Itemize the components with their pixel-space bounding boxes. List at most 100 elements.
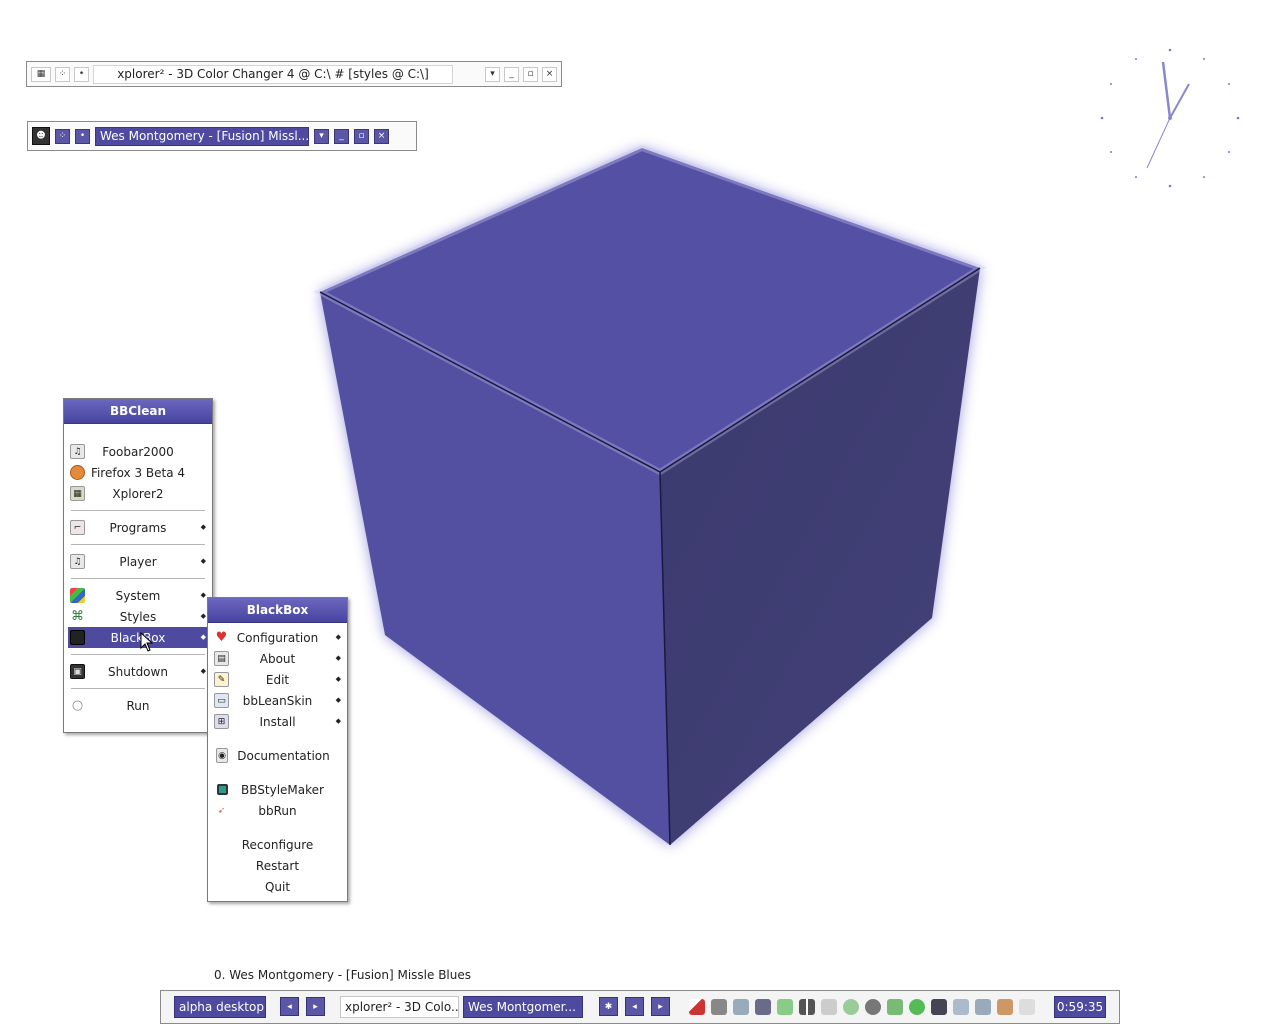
tray-alien-icon[interactable] [711,999,727,1015]
menu-item-player[interactable]: ♫ Player ◆ [64,551,212,572]
tray-rg-icon[interactable] [865,999,881,1015]
task-options-button[interactable]: ✱ [599,997,618,1016]
run-icon: ○ [70,698,85,713]
submenu-arrow-icon: ◆ [335,654,341,662]
menu-separator [71,578,205,579]
tray-volume-icon[interactable] [1019,999,1035,1015]
3d-cube-widget[interactable] [300,130,1000,860]
menu-separator [71,688,205,689]
tray-monitor-icon[interactable] [755,999,771,1015]
tray-meter-icon[interactable] [799,999,815,1015]
menu-item-firefox[interactable]: Firefox 3 Beta 4 [64,462,212,483]
player-icon: ♫ [70,554,85,569]
tray-display-icon[interactable] [953,999,969,1015]
blackbox-icon [70,630,85,645]
system-icon [70,588,85,603]
menu-title[interactable]: BBClean [64,399,212,424]
submenu-arrow-icon: ◆ [200,612,206,620]
menu-item-configuration[interactable]: ♥ Configuration ◆ [208,627,347,648]
tray-tools-icon[interactable] [997,999,1013,1015]
window-menu-button[interactable]: ▾ [485,66,500,82]
foobar-icon: ♫ [70,444,85,459]
menu-item-bbstylemaker[interactable]: BBStyleMaker [208,779,347,800]
menu-item-styles[interactable]: ⌘ Styles ◆ [64,606,212,627]
submenu-arrow-icon: ◆ [335,633,341,641]
menu-item-edit[interactable]: ✎ Edit ◆ [208,669,347,690]
taskbar: alpha desktop ◂ ▸ xplorer² - 3D Colo... … [160,990,1120,1024]
configuration-icon: ♥ [214,630,229,645]
menu-item-blackbox[interactable]: BlackBox ◆ [68,627,208,648]
menu-item-bbrun[interactable]: ➹ bbRun [208,800,347,821]
close-button[interactable]: × [542,66,557,82]
menu-title[interactable]: BlackBox [208,598,347,623]
alien-app-icon[interactable]: ☻ [32,127,50,145]
window-title: Wes Montgomery - [Fusion] Missl... [95,126,309,146]
shutdown-icon: ▣ [70,664,85,679]
menu-item-run[interactable]: ○ Run [64,695,212,716]
xplorer-app-icon[interactable]: ▦ [31,66,51,82]
next-task-button[interactable]: ▸ [651,997,670,1016]
submenu-arrow-icon: ◆ [200,523,206,531]
menu-separator [71,654,205,655]
clock-hour-hand [1161,61,1172,119]
task-button-foobar[interactable]: Wes Montgomer... [463,996,583,1018]
documentation-icon: ◉ [216,748,228,763]
bbstylemaker-icon [217,784,228,795]
edit-icon: ✎ [214,672,229,687]
menu-item-reconfigure[interactable]: Reconfigure [208,834,347,855]
workspace-label[interactable]: alpha desktop [174,996,266,1018]
task-button-xplorer[interactable]: xplorer² - 3D Colo... [340,996,459,1018]
submenu-arrow-icon: ◆ [335,675,341,683]
menu-item-foobar2000[interactable]: ♫ Foobar2000 [64,441,212,462]
submenu-arrow-icon: ◆ [335,717,341,725]
pin-button[interactable]: • [74,66,89,82]
submenu-arrow-icon: ◆ [200,557,206,565]
tray-windows-icon[interactable] [975,999,991,1015]
window-title: xplorer² - 3D Color Changer 4 @ C:\ # [s… [93,64,453,84]
clock-second-hand [1146,117,1171,169]
menu-item-restart[interactable]: Restart [208,855,347,876]
tray-leaf-icon[interactable] [887,999,903,1015]
firefox-icon [70,465,85,480]
now-playing-label: 0. Wes Montgomery - [Fusion] Missle Blue… [214,968,471,982]
menu-item-install[interactable]: ⊞ Install ◆ [208,711,347,732]
styles-icon: ⌘ [70,609,85,624]
menu-item-xplorer2[interactable]: ▦ Xplorer2 [64,483,212,504]
prev-workspace-button[interactable]: ◂ [280,997,299,1016]
minimize-button[interactable]: _ [504,66,519,82]
menu-item-system[interactable]: System ◆ [64,585,212,606]
analog-clock-widget [1100,48,1240,188]
submenu-arrow-icon: ◆ [200,633,206,641]
bbclean-root-menu: BBClean ♫ Foobar2000 Firefox 3 Beta 4 ▦ … [63,398,213,733]
menu-item-bbleanskin[interactable]: ▭ bbLeanSkin ◆ [208,690,347,711]
tray-n-icon[interactable] [931,999,947,1015]
menu-item-about[interactable]: ▤ About ◆ [208,648,347,669]
tray-app-icon[interactable] [689,999,705,1015]
programs-icon: ⌐ [70,520,85,535]
prev-task-button[interactable]: ◂ [625,997,644,1016]
menu-item-shutdown[interactable]: ▣ Shutdown ◆ [64,661,212,682]
menu-item-programs[interactable]: ⌐ Programs ◆ [64,517,212,538]
tray-update-icon[interactable] [909,999,925,1015]
xplorer-icon: ▦ [70,486,85,501]
submenu-arrow-icon: ◆ [200,591,206,599]
taskbar-clock[interactable]: 0:59:35 [1054,996,1106,1018]
submenu-arrow-icon: ◆ [200,667,206,675]
blackbox-submenu: BlackBox ♥ Configuration ◆ ▤ About ◆ ✎ E… [207,597,348,902]
sticky-button[interactable]: ⁘ [55,66,70,82]
tray-device-icon[interactable] [821,999,837,1015]
sticky-button[interactable]: ⁘ [55,128,70,144]
menu-item-quit[interactable]: Quit [208,876,347,897]
pin-button[interactable]: • [75,128,90,144]
tray-network-icon[interactable] [733,999,749,1015]
menu-item-documentation[interactable]: ◉ Documentation [208,745,347,766]
bbleanskin-icon: ▭ [214,693,229,708]
maximize-button[interactable]: ▫ [523,66,538,82]
tray-pause-icon[interactable] [843,999,859,1015]
xplorer-window-titlebar[interactable]: ▦ ⁘ • xplorer² - 3D Color Changer 4 @ C:… [26,61,562,87]
next-workspace-button[interactable]: ▸ [306,997,325,1016]
bbrun-icon: ➹ [214,803,229,818]
tray-download-icon[interactable] [777,999,793,1015]
menu-separator [71,510,205,511]
clock-minute-hand [1169,83,1190,119]
